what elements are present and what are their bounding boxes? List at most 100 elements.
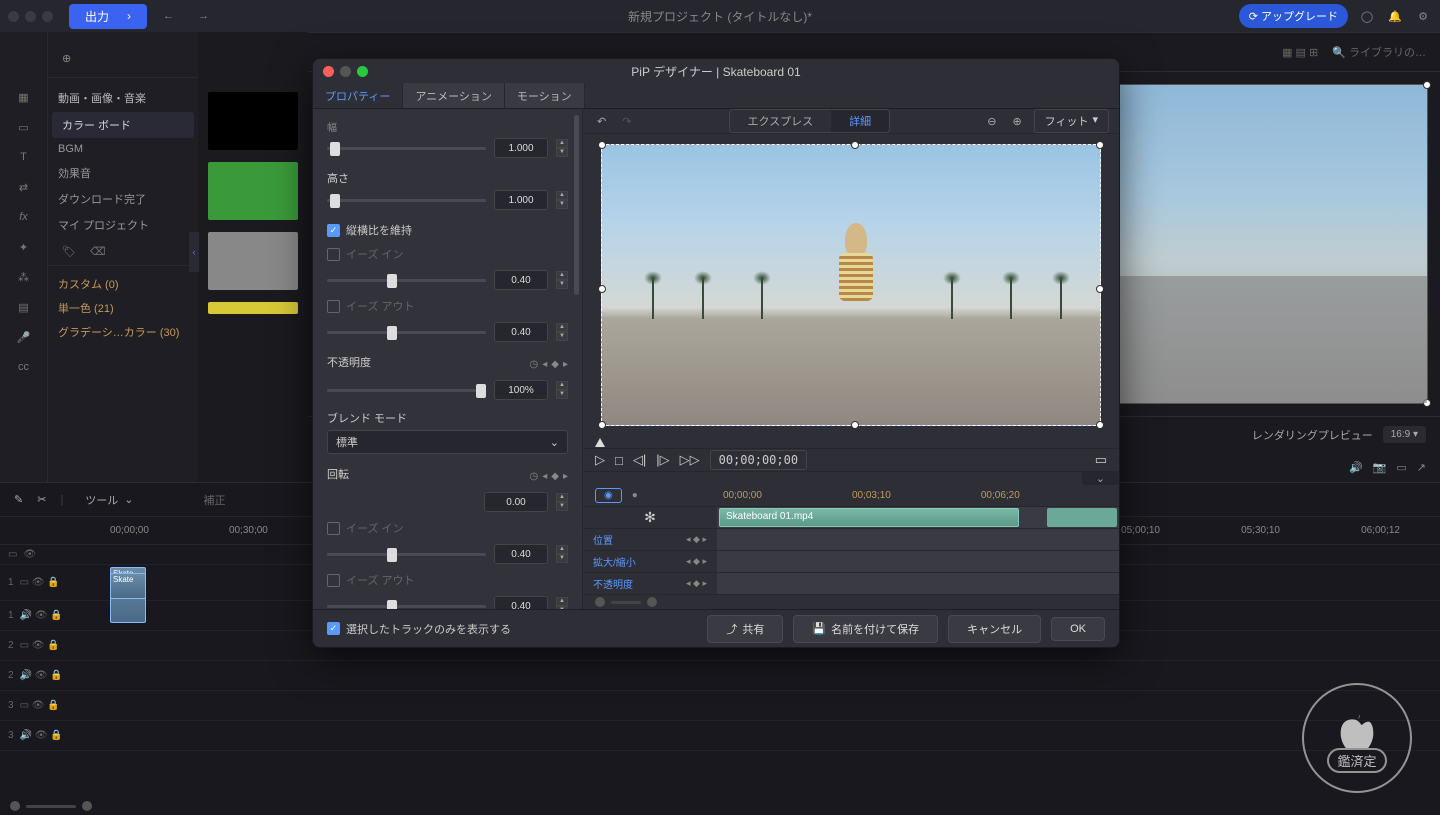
easeout2-checkbox[interactable]: イーズ アウト [327, 572, 568, 588]
easeout-checkbox[interactable]: イーズ アウト [327, 298, 568, 314]
prev-frame-button[interactable]: ◁| [633, 452, 646, 468]
pen-tool-icon[interactable]: ✎ [14, 493, 23, 506]
zoom-out-button[interactable] [10, 801, 20, 811]
account-icon[interactable]: ◯ [1358, 10, 1376, 23]
fast-forward-button[interactable]: ▷▷ [680, 452, 700, 468]
modal-traffic-lights[interactable] [323, 66, 368, 77]
redo-button[interactable]: → [190, 10, 217, 22]
width-spinner[interactable]: ▲▼ [556, 139, 568, 157]
collapse-panel-button[interactable]: ‹ [189, 232, 199, 272]
kf-zoom-slider[interactable] [611, 601, 641, 604]
window-traffic-lights[interactable] [8, 11, 53, 22]
undo-button[interactable]: ← [155, 10, 182, 22]
tab-motion[interactable]: モーション [505, 83, 585, 108]
modal-back-button[interactable]: ↶ [593, 115, 610, 128]
kf-row-scale[interactable]: 拡大/縮小 [593, 554, 636, 569]
sidebar-item-bgm[interactable]: BGM [48, 138, 198, 160]
tab-properties[interactable]: プロパティー [313, 83, 403, 108]
eraser-icon[interactable]: ⌫ [90, 245, 106, 258]
kf-ruler[interactable]: ◉● 00;00;0000;03;1000;06;20 [583, 485, 1119, 507]
upgrade-button[interactable]: ⟳ アップグレード [1239, 4, 1348, 28]
thumb-yellow[interactable] [208, 302, 298, 314]
clip-icon[interactable]: ▭ [1095, 452, 1107, 468]
output-button[interactable]: 出力› [69, 4, 147, 29]
opacity-value[interactable]: 100% [494, 380, 548, 400]
height-value[interactable]: 1.000 [494, 190, 548, 210]
rail-overlay-icon[interactable]: ✦ [0, 232, 47, 262]
thumb-grey[interactable] [208, 232, 298, 290]
zoom-slider[interactable] [26, 805, 76, 808]
timeline-clip-audio[interactable]: Skate [110, 573, 146, 599]
fit-dropdown[interactable]: フィット▾ [1034, 109, 1109, 133]
stop-button[interactable]: □ [615, 453, 623, 468]
next-frame-button[interactable]: |▷ [656, 452, 669, 468]
easeout-slider[interactable] [327, 331, 486, 334]
modal-preview-canvas[interactable] [601, 144, 1101, 426]
play-button[interactable]: ▷ [595, 452, 605, 468]
zoom-in-icon[interactable]: ⊕ [1008, 115, 1025, 128]
rail-cc-icon[interactable]: cc [0, 352, 47, 382]
kf-clip[interactable]: Skateboard 01.mp4 [719, 508, 1019, 527]
show-selected-track-checkbox[interactable]: ✓選択したトラックのみを表示する [327, 621, 511, 637]
timecode-display[interactable]: 00;00;00;00 [710, 450, 807, 470]
tools-dropdown[interactable]: ツール ⌄ [77, 489, 141, 511]
category-custom[interactable]: カスタム (0) [48, 272, 198, 296]
rail-image-icon[interactable]: ▭ [0, 112, 47, 142]
properties-panel[interactable]: 幅 1.000 ▲▼ 高さ 1.000 ▲▼ ✓縦横比を維持 イーズ イン 0.… [313, 109, 583, 609]
popout-icon[interactable]: ↗ [1417, 461, 1426, 474]
rendering-preview-label[interactable]: レンダリングプレビュー [1252, 427, 1373, 443]
rail-transition-icon[interactable]: ⇄ [0, 172, 47, 202]
kf-track-main[interactable]: Skateboard 01.mp4 [717, 507, 1119, 528]
blend-mode-select[interactable]: 標準⌄ [327, 430, 568, 454]
easein-slider[interactable] [327, 279, 486, 282]
zoom-in-button[interactable] [82, 801, 92, 811]
snapshot-icon[interactable]: 📷 [1373, 461, 1387, 474]
width-value[interactable]: 1.000 [494, 138, 548, 158]
height-slider[interactable] [327, 199, 486, 202]
height-spinner[interactable]: ▲▼ [556, 191, 568, 209]
category-solid[interactable]: 単一色 (21) [48, 296, 198, 320]
mode-express[interactable]: エクスプレス [730, 110, 832, 132]
kf-diamond-icon[interactable]: ◆ [551, 359, 559, 370]
easein-checkbox[interactable]: イーズ イン [327, 246, 568, 262]
opacity-slider[interactable] [327, 389, 486, 392]
width-slider[interactable] [327, 147, 486, 150]
aspect-ratio-chip[interactable]: 16:9 ▾ [1383, 426, 1426, 443]
tab-animation[interactable]: アニメーション [403, 83, 505, 108]
kf-marker-chip[interactable]: ◉ [595, 488, 622, 503]
gear-icon[interactable]: ⚙ [1414, 10, 1432, 23]
kf-zoom-out[interactable] [595, 597, 605, 607]
add-media-icon[interactable]: ⊕ [62, 52, 71, 65]
kf-zoom-in[interactable] [647, 597, 657, 607]
correction-dropdown[interactable]: 補正 [196, 489, 234, 511]
share-button[interactable]: ⤴共有 [707, 615, 783, 643]
prev-kf-icon[interactable]: ◂ [542, 359, 547, 370]
category-gradient[interactable]: グラデーシ…カラー (30) [48, 320, 198, 344]
rotation-value[interactable]: 0.00 [484, 492, 548, 512]
sidebar-item-downloaded[interactable]: ダウンロード完了 [48, 186, 198, 212]
sidebar-item-myprojects[interactable]: マイ プロジェクト [48, 212, 198, 238]
rail-particle-icon[interactable]: ⁂ [0, 262, 47, 292]
stopwatch-icon[interactable]: ◷ [530, 471, 539, 482]
modal-forward-button[interactable]: ↷ [618, 115, 635, 128]
mode-advanced[interactable]: 詳細 [831, 110, 889, 132]
kf-row-position[interactable]: 位置 [593, 532, 613, 547]
zoom-out-icon[interactable]: ⊖ [983, 115, 1000, 128]
ok-button[interactable]: OK [1051, 617, 1105, 641]
sidebar-item-colorboard[interactable]: カラー ボード [52, 112, 194, 138]
cut-tool-icon[interactable]: ✂ [37, 493, 46, 506]
tag-icon[interactable]: 🏷 [62, 245, 76, 258]
kf-row-opacity[interactable]: 不透明度 [593, 576, 633, 591]
thumb-green[interactable] [208, 162, 298, 220]
scrub-playhead[interactable] [595, 438, 605, 447]
rail-mic-icon[interactable]: 🎤 [0, 322, 47, 352]
volume-icon[interactable]: 🔊 [1349, 461, 1363, 474]
rail-text-icon[interactable]: T [0, 142, 47, 172]
search-icon[interactable]: 🔍 ライブラリの… [1332, 44, 1426, 60]
rail-template-icon[interactable]: ▤ [0, 292, 47, 322]
easein-value[interactable]: 0.40 [494, 270, 548, 290]
easeout-value[interactable]: 0.40 [494, 322, 548, 342]
rail-media-icon[interactable]: ▦ [0, 82, 47, 112]
aspect-ratio-checkbox[interactable]: ✓縦横比を維持 [327, 222, 568, 238]
view-grid-icon[interactable]: ▦ ▤ ⊞ [1282, 46, 1318, 59]
